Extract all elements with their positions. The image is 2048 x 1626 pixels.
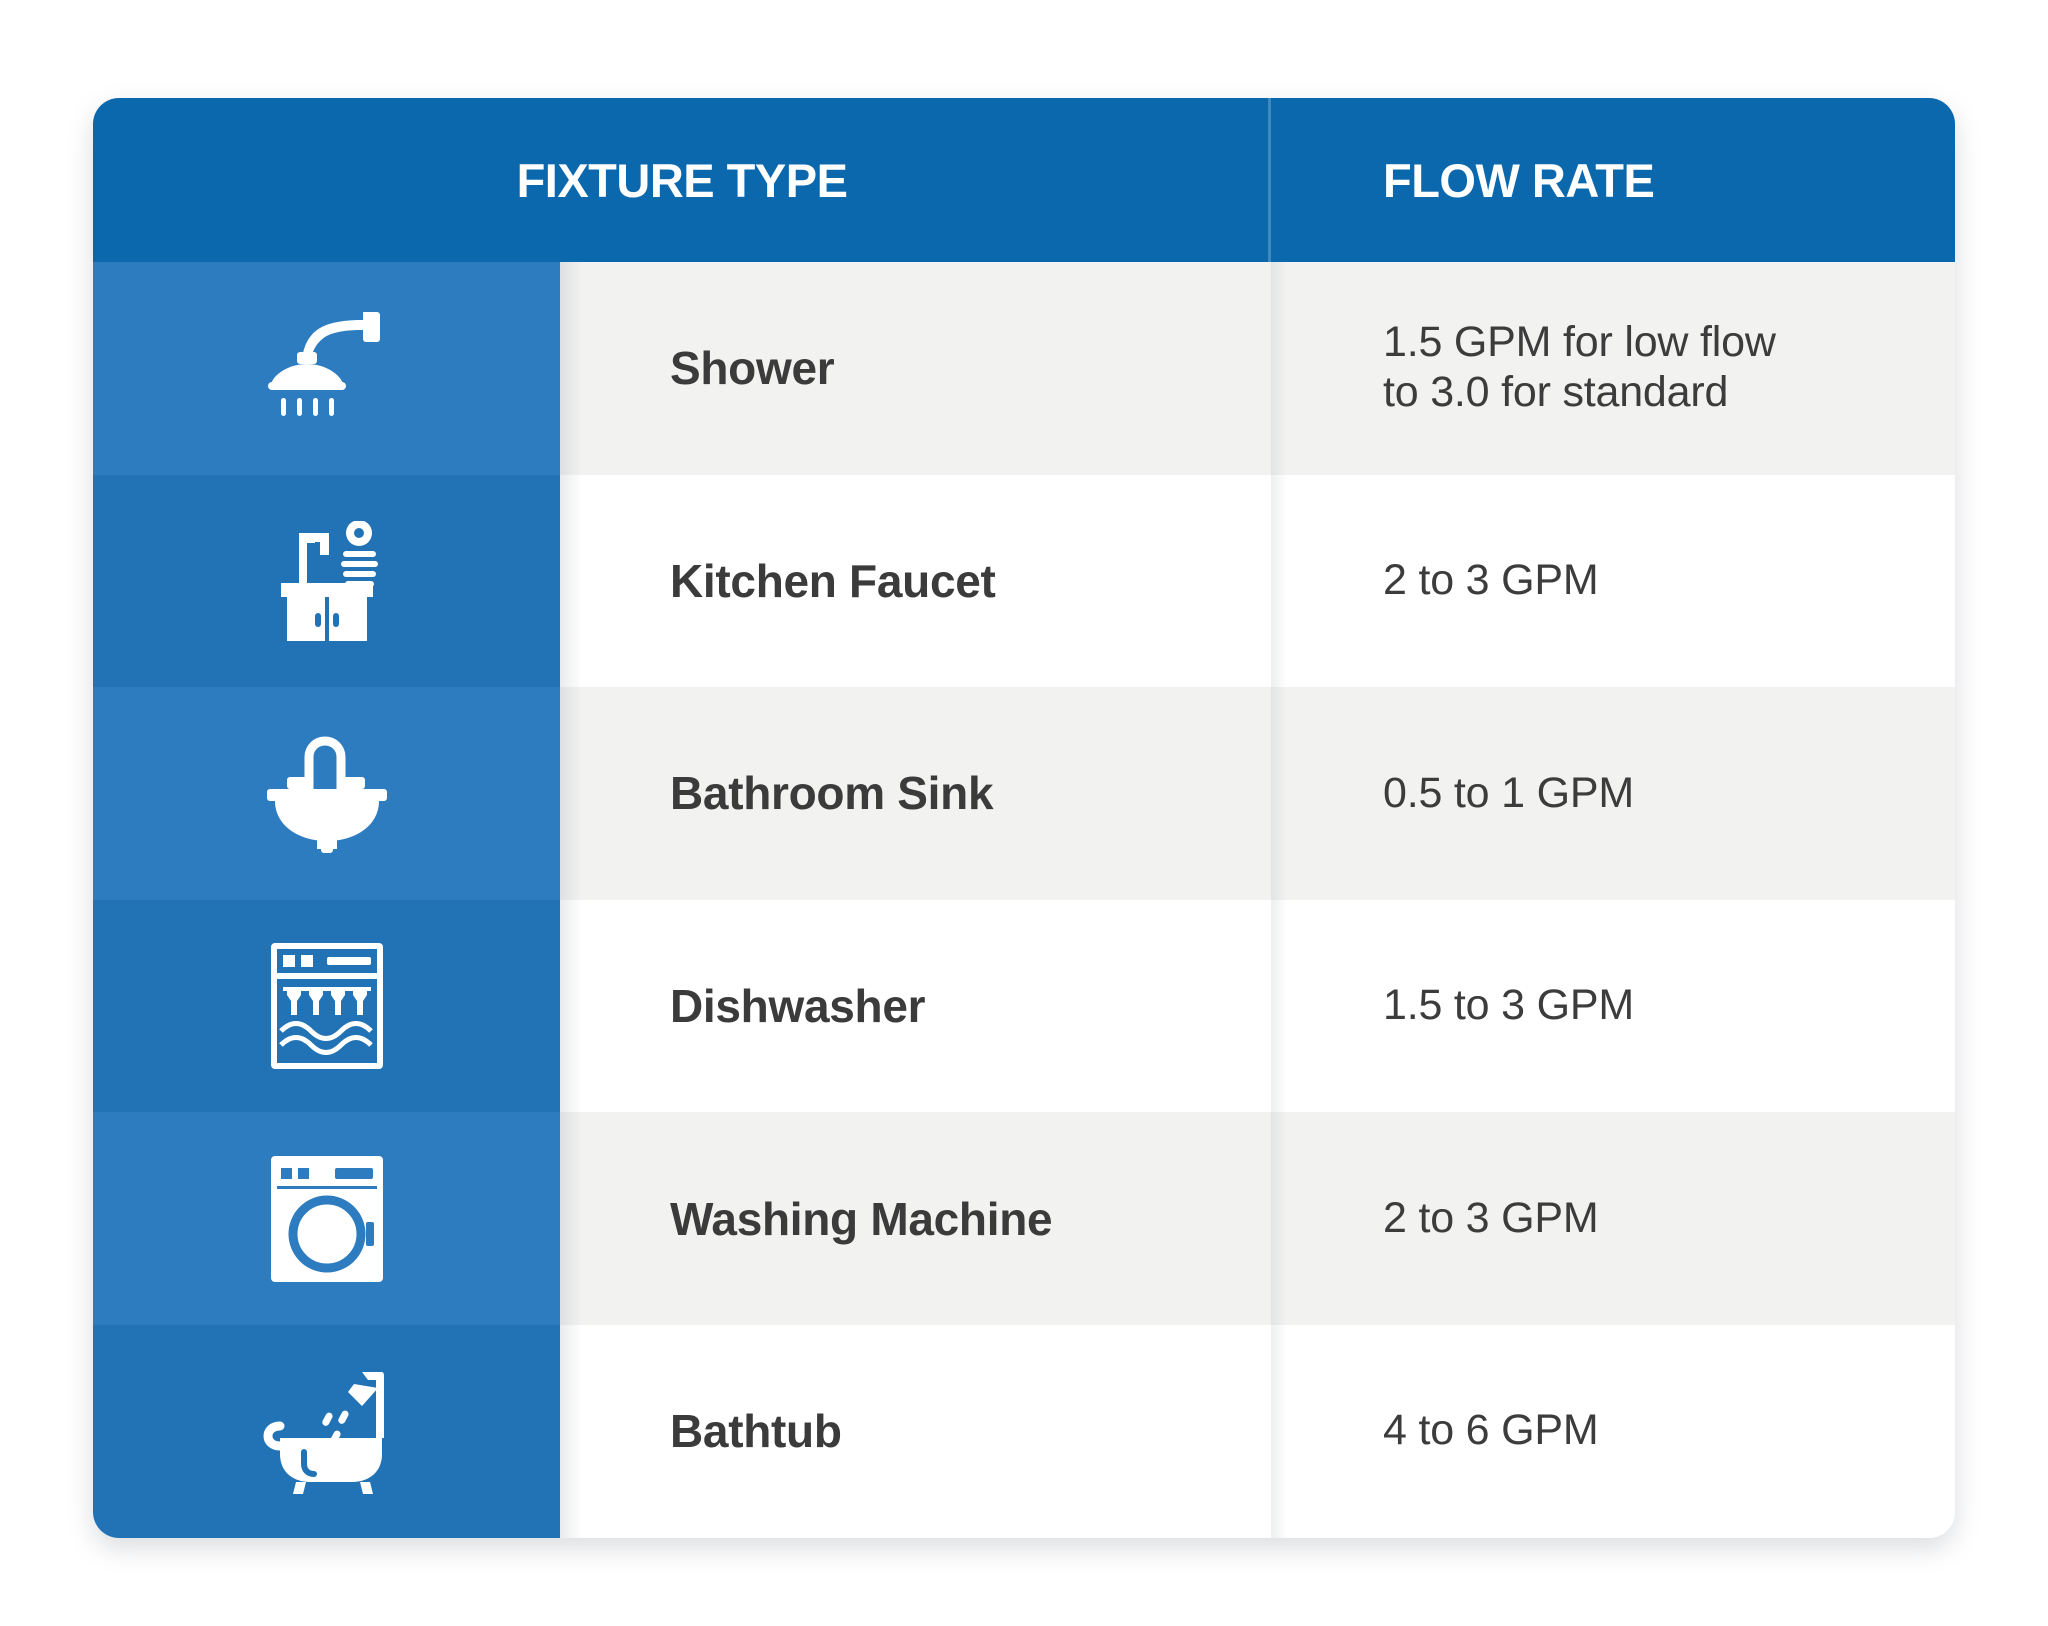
table-row: Washing Machine 2 to 3 GPM xyxy=(93,1112,1955,1325)
cell-fixture-name: Bathtub xyxy=(560,1324,1271,1538)
fixture-name-label: Bathtub xyxy=(670,1405,842,1458)
fixture-name-label: Shower xyxy=(670,342,835,395)
cell-icon-kitchen-faucet xyxy=(93,474,560,688)
table-row: Shower 1.5 GPM for low flow to 3.0 for st… xyxy=(93,262,1955,475)
shower-head-icon xyxy=(267,312,380,417)
cell-fixture-name: Kitchen Faucet xyxy=(560,474,1271,688)
washing-machine-icon xyxy=(270,1155,383,1282)
flow-rate-value: 4 to 6 GPM xyxy=(1383,1406,1599,1455)
cell-flow-rate: 1.5 to 3 GPM xyxy=(1271,899,1955,1113)
bathroom-sink-icon xyxy=(266,736,387,854)
cell-icon-shower xyxy=(93,262,560,475)
header-label-flow-rate: FLOW RATE xyxy=(1383,153,1655,207)
bathtub-icon xyxy=(262,1372,384,1495)
flow-rate-value: 2 to 3 GPM xyxy=(1383,555,1599,604)
table-row: Dishwasher 1.5 to 3 GPM xyxy=(93,899,1955,1113)
cell-flow-rate: 1.5 GPM for low flow to 3.0 for standard xyxy=(1271,262,1955,475)
table-body: Shower 1.5 GPM for low flow to 3.0 for st… xyxy=(93,262,1955,1538)
flow-rate-value: 0.5 to 1 GPM xyxy=(1383,768,1634,817)
table-row: Bathroom Sink 0.5 to 1 GPM xyxy=(93,687,1955,900)
fixture-name-label: Washing Machine xyxy=(670,1192,1053,1245)
flow-rate-value: 1.5 to 3 GPM xyxy=(1383,981,1634,1030)
infographic-table-stage: FIXTURE TYPE FLOW RATE Shower 1.5 GPM fo… xyxy=(0,0,2048,1626)
cell-icon-washing-machine xyxy=(93,1112,560,1325)
header-label-fixture-type: FIXTURE TYPE xyxy=(516,153,848,207)
header-cell-flow-rate: FLOW RATE xyxy=(1271,98,1955,262)
flow-rate-table: FIXTURE TYPE FLOW RATE Shower 1.5 GPM fo… xyxy=(93,98,1955,1538)
table-row: Bathtub 4 to 6 GPM xyxy=(93,1324,1955,1538)
cell-icon-bathroom-sink xyxy=(93,687,560,900)
fixture-name-label: Kitchen Faucet xyxy=(670,554,996,607)
cell-flow-rate: 4 to 6 GPM xyxy=(1271,1324,1955,1538)
cell-flow-rate: 2 to 3 GPM xyxy=(1271,474,1955,688)
dishwasher-icon xyxy=(270,943,383,1070)
cell-fixture-name: Dishwasher xyxy=(560,899,1271,1113)
table-header-row: FIXTURE TYPE FLOW RATE xyxy=(93,98,1955,262)
fixture-name-label: Bathroom Sink xyxy=(670,767,994,820)
cell-flow-rate: 2 to 3 GPM xyxy=(1271,1112,1955,1325)
cell-icon-bathtub xyxy=(93,1324,560,1538)
flow-rate-value: 1.5 GPM for low flow to 3.0 for standard xyxy=(1383,318,1776,417)
cell-flow-rate: 0.5 to 1 GPM xyxy=(1271,687,1955,900)
cell-fixture-name: Bathroom Sink xyxy=(560,687,1271,900)
cell-fixture-name: Washing Machine xyxy=(560,1112,1271,1325)
cell-fixture-name: Shower xyxy=(560,262,1271,475)
kitchen-faucet-icon xyxy=(280,520,378,641)
header-cell-fixture-type: FIXTURE TYPE xyxy=(93,98,1271,262)
cell-icon-dishwasher xyxy=(93,899,560,1113)
fixture-name-label: Dishwasher xyxy=(670,980,926,1033)
flow-rate-value: 2 to 3 GPM xyxy=(1383,1193,1599,1242)
table-row: Kitchen Faucet 2 to 3 GPM xyxy=(93,474,1955,688)
